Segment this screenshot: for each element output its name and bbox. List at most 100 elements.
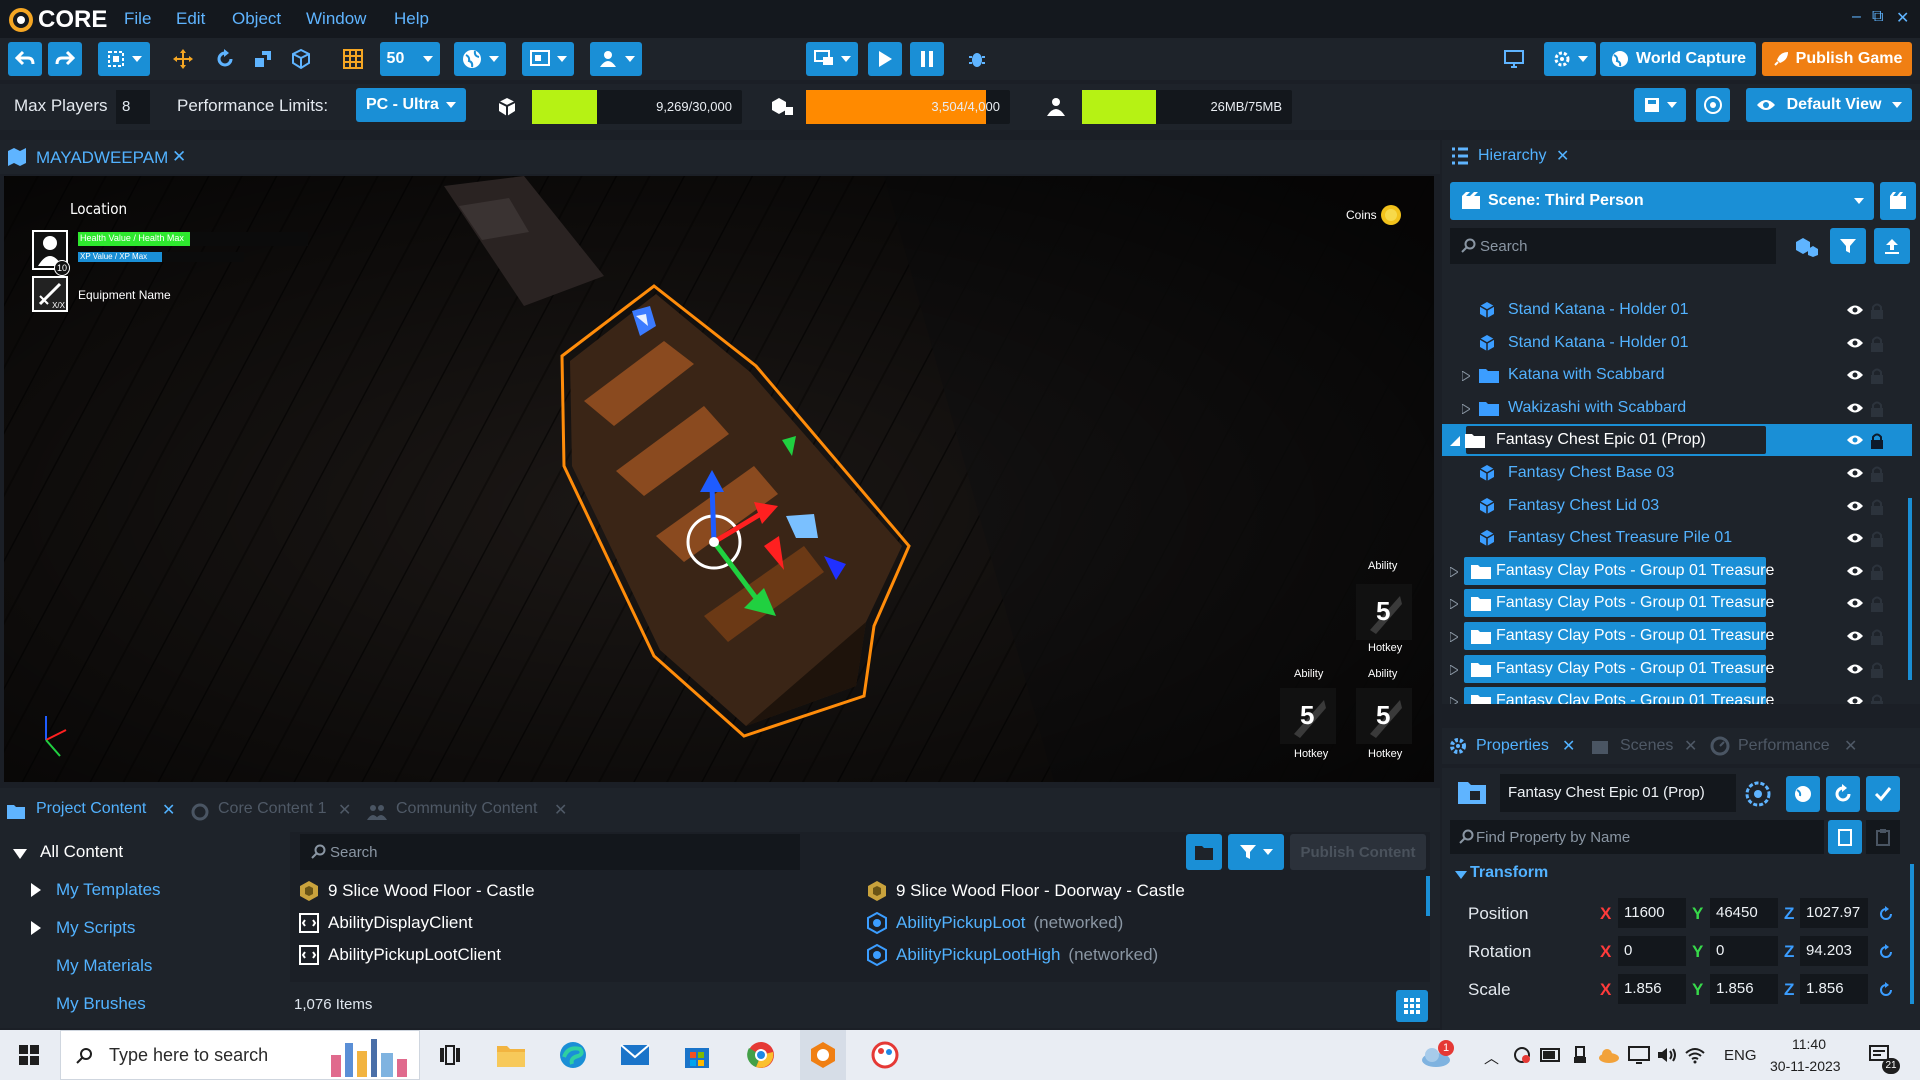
lock-icon[interactable] (1870, 596, 1884, 613)
chevron-down-icon[interactable] (12, 848, 28, 860)
tab-scenes-close-icon[interactable]: ✕ (1684, 736, 1697, 756)
content-item[interactable]: AbilityPickupLootHigh (networked) (866, 944, 1158, 966)
tab-project-content-close-icon[interactable]: ✕ (162, 800, 175, 820)
hierarchy-row[interactable]: Wakizashi with Scabbard (1442, 392, 1912, 424)
tab-scenes[interactable]: Scenes (1620, 737, 1673, 755)
store-icon[interactable] (682, 1040, 712, 1070)
windows-start-icon[interactable] (18, 1044, 40, 1066)
hierarchy-row[interactable]: Stand Katana - Holder 01 (1442, 327, 1912, 359)
play-mode-dropdown[interactable] (806, 42, 858, 76)
content-item[interactable]: AbilityDisplayClient (298, 912, 473, 934)
battery-icon[interactable] (1540, 1047, 1562, 1063)
tree-my-materials[interactable]: My Materials (56, 956, 152, 976)
objects-icon[interactable] (1794, 236, 1820, 258)
task-view-icon[interactable] (438, 1044, 462, 1066)
grid-view-button[interactable] (1396, 990, 1428, 1022)
usb-icon[interactable] (1572, 1046, 1588, 1064)
debug-button[interactable] (960, 42, 994, 76)
hierarchy-row[interactable]: Fantasy Chest Epic 01 (Prop) (1442, 424, 1912, 457)
publish-content-button[interactable]: Publish Content (1290, 834, 1426, 870)
position-z-field[interactable]: 1027.97 (1800, 898, 1868, 928)
world-capture-button[interactable]: World Capture (1600, 42, 1756, 76)
expand-right-icon[interactable] (1450, 566, 1458, 577)
edge-icon[interactable] (558, 1040, 588, 1070)
tab-properties[interactable]: Properties (1476, 737, 1549, 755)
position-x-field[interactable]: 11600 (1618, 898, 1686, 928)
visibility-eye-icon[interactable] (1846, 630, 1864, 642)
tab-core-content-close-icon[interactable]: ✕ (338, 800, 351, 820)
position-y-field[interactable]: 46450 (1710, 898, 1778, 928)
move-tool-button[interactable] (168, 42, 198, 76)
visibility-eye-icon[interactable] (1846, 532, 1864, 544)
visibility-eye-icon[interactable] (1846, 369, 1864, 381)
copy-properties-button[interactable] (1828, 820, 1862, 854)
rotation-x-field[interactable]: 0 (1618, 936, 1686, 966)
lock-icon[interactable] (1870, 531, 1884, 548)
expand-right-icon[interactable] (1462, 403, 1470, 414)
open-folder-button[interactable] (1186, 834, 1222, 870)
scale-x-field[interactable]: 1.856 (1618, 974, 1686, 1004)
confirm-button[interactable] (1866, 776, 1900, 812)
visibility-eye-icon[interactable] (1846, 434, 1864, 446)
paint-icon[interactable] (870, 1040, 900, 1070)
visibility-eye-icon[interactable] (1846, 695, 1864, 704)
viewport-tab-close-icon[interactable]: ✕ (172, 147, 186, 167)
settings-dropdown[interactable] (1544, 42, 1596, 76)
lock-icon[interactable] (1870, 466, 1884, 482)
scene-viewport[interactable]: Location 10 Health Value / Health Max XP… (4, 176, 1434, 782)
pause-button[interactable] (910, 42, 944, 76)
clock-date[interactable]: 30-11-2023 (1770, 1058, 1841, 1074)
clock-time[interactable]: 11:40 (1792, 1036, 1826, 1052)
hierarchy-collapse-button[interactable] (1874, 228, 1910, 264)
tab-performance[interactable]: Performance (1738, 737, 1830, 755)
tab-community-content[interactable]: Community Content (396, 800, 537, 818)
chrome-icon[interactable] (746, 1040, 776, 1070)
expand-right-icon[interactable] (1450, 697, 1458, 704)
performance-limits-dropdown[interactable]: PC - Ultra (356, 88, 466, 122)
core-taskbar-button[interactable] (800, 1030, 846, 1080)
transform-section-label[interactable]: Transform (1470, 864, 1548, 882)
security-icon[interactable] (1512, 1046, 1532, 1064)
tab-performance-close-icon[interactable]: ✕ (1844, 736, 1857, 756)
ability-slot-1[interactable]: 5 (1356, 584, 1412, 640)
show-hidden-icons-chevron-up-icon[interactable]: ︿ (1484, 1047, 1499, 1068)
publish-game-button[interactable]: Publish Game (1762, 42, 1912, 76)
lock-icon[interactable] (1870, 662, 1884, 678)
file-explorer-icon[interactable] (496, 1042, 526, 1068)
reset-icon[interactable] (1878, 982, 1894, 998)
hierarchy-tab-label[interactable]: Hierarchy (1478, 147, 1546, 165)
viewport-tab-label[interactable]: MAYADWEEPAM (36, 148, 168, 168)
speaker-icon[interactable] (1656, 1046, 1678, 1064)
content-filter-dropdown[interactable] (1228, 834, 1284, 870)
snap-mode-button[interactable] (98, 42, 150, 76)
menu-file[interactable]: File (124, 9, 151, 29)
grid-size-dropdown[interactable]: 50 (380, 42, 440, 76)
hierarchy-row[interactable]: Stand Katana - Holder 01 (1442, 294, 1912, 326)
rotate-tool-button[interactable] (210, 42, 240, 76)
lock-icon[interactable] (1870, 629, 1884, 645)
content-search-input[interactable]: Search (300, 834, 800, 870)
expand-right-icon[interactable] (1450, 632, 1458, 642)
menu-edit[interactable]: Edit (176, 9, 205, 29)
tree-my-brushes[interactable]: My Brushes (56, 994, 146, 1014)
lock-icon[interactable] (1870, 368, 1884, 385)
menu-object[interactable]: Object (232, 9, 281, 29)
visibility-eye-icon[interactable] (1846, 597, 1864, 609)
expand-right-icon[interactable] (1450, 664, 1458, 675)
hierarchy-close-icon[interactable]: ✕ (1556, 146, 1569, 166)
redo-button[interactable] (48, 42, 82, 76)
undo-button[interactable] (8, 42, 42, 76)
tree-my-templates[interactable]: My Templates (56, 880, 161, 900)
find-property-input[interactable]: Find Property by Name (1450, 820, 1824, 854)
view-toggle-button[interactable] (1696, 88, 1730, 122)
reset-icon[interactable] (1878, 944, 1894, 960)
object-name-field[interactable]: Fantasy Chest Epic 01 (Prop) (1500, 774, 1736, 812)
cloud-icon[interactable] (1598, 1047, 1620, 1063)
hierarchy-row[interactable]: Fantasy Clay Pots - Group 01 Treasure (1442, 685, 1912, 704)
scale-z-field[interactable]: 1.856 (1800, 974, 1868, 1004)
minimize-button[interactable]: – (1852, 8, 1861, 26)
chevron-down-icon[interactable] (1454, 870, 1468, 880)
wifi-icon[interactable] (1684, 1046, 1706, 1064)
chevron-right-icon[interactable] (30, 920, 42, 936)
save-dropdown[interactable] (1634, 88, 1686, 122)
